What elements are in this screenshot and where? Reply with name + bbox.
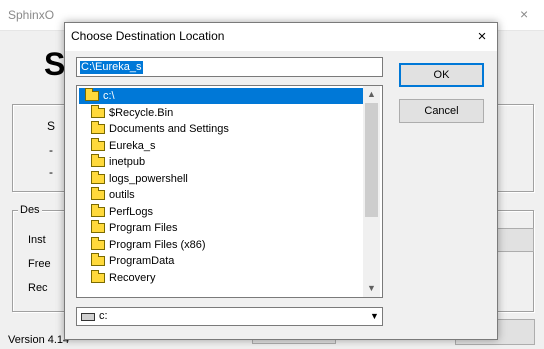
folder-label: $Recycle.Bin [109,106,174,119]
path-input-value: C:\Eureka_s [80,61,143,74]
free-space-label: Free [28,258,51,270]
folder-item[interactable]: ProgramData [79,253,363,269]
folder-icon [91,154,105,167]
folder-item[interactable]: inetpub [79,154,363,170]
folder-item[interactable]: Recovery [79,269,363,286]
dialog-title: Choose Destination Location [71,29,225,43]
folder-label: inetpub [109,156,146,168]
installer-close-icon[interactable]: × [520,6,528,22]
folder-item[interactable]: Program Files [79,220,363,236]
folder-label: ProgramData [109,255,175,267]
ok-button[interactable]: OK [399,63,484,87]
installer-logo-text: S [44,46,66,82]
folder-item[interactable]: logs_powershell [79,170,363,187]
required-space-label: Rec [28,282,48,294]
folder-label: Recovery [109,271,156,284]
directory-scrollbar[interactable]: ▲ ▼ [363,86,380,297]
folder-label: Documents and Settings [109,123,229,135]
folder-item[interactable]: Eureka_s [79,137,363,154]
folder-label: c:\ [103,90,115,102]
folder-item[interactable]: Program Files (x86) [79,236,363,253]
folder-icon [91,220,105,233]
folder-icon [91,170,105,184]
choose-destination-dialog: Choose Destination Location × C:\Eureka_… [64,22,498,340]
folder-icon [91,236,105,250]
directory-list[interactable]: c:\ $Recycle.Bin Documents and Settings Eur… [76,85,383,298]
folder-icon [91,137,105,151]
folder-icon [91,104,105,118]
folder-label: logs_powershell [109,172,188,185]
drive-select[interactable]: c: ▼ [76,307,383,326]
version-label: Version 4.14 [8,334,70,346]
dialog-close-icon[interactable]: × [471,26,493,48]
path-input[interactable]: C:\Eureka_s [76,57,383,77]
info-char-1: S [47,119,56,133]
folder-item[interactable]: $Recycle.Bin [79,104,363,121]
folder-item[interactable]: c:\ [79,88,363,104]
install-label: Inst [28,234,46,246]
dialog-titlebar: Choose Destination Location × [65,23,497,51]
folder-icon [91,121,105,134]
destination-group-label: Des [18,204,42,216]
drive-select-value: c: [99,310,108,322]
folder-label: outils [109,189,135,201]
info-char-3: - [49,165,53,179]
folder-icon [91,187,105,200]
folder-label: PerfLogs [109,205,154,218]
cancel-button[interactable]: Cancel [399,99,484,123]
folder-icon [91,253,105,266]
info-char-2: - [49,143,53,157]
folder-label: Program Files (x86) [109,238,206,251]
drive-icon [81,313,95,321]
scroll-down-icon[interactable]: ▼ [363,280,380,297]
folder-item[interactable]: outils [79,187,363,203]
open-folder-icon [85,88,99,101]
installer-title: SphinxO [8,8,55,22]
folder-item[interactable]: Documents and Settings [79,121,363,137]
folder-icon [91,203,105,217]
folder-icon [91,269,105,283]
folder-label: Eureka_s [109,139,156,152]
chevron-down-icon[interactable]: ▼ [367,308,382,325]
folder-item[interactable]: PerfLogs [79,203,363,220]
scroll-up-icon[interactable]: ▲ [363,86,380,103]
scroll-thumb[interactable] [365,103,378,217]
folder-label: Program Files [109,222,178,234]
